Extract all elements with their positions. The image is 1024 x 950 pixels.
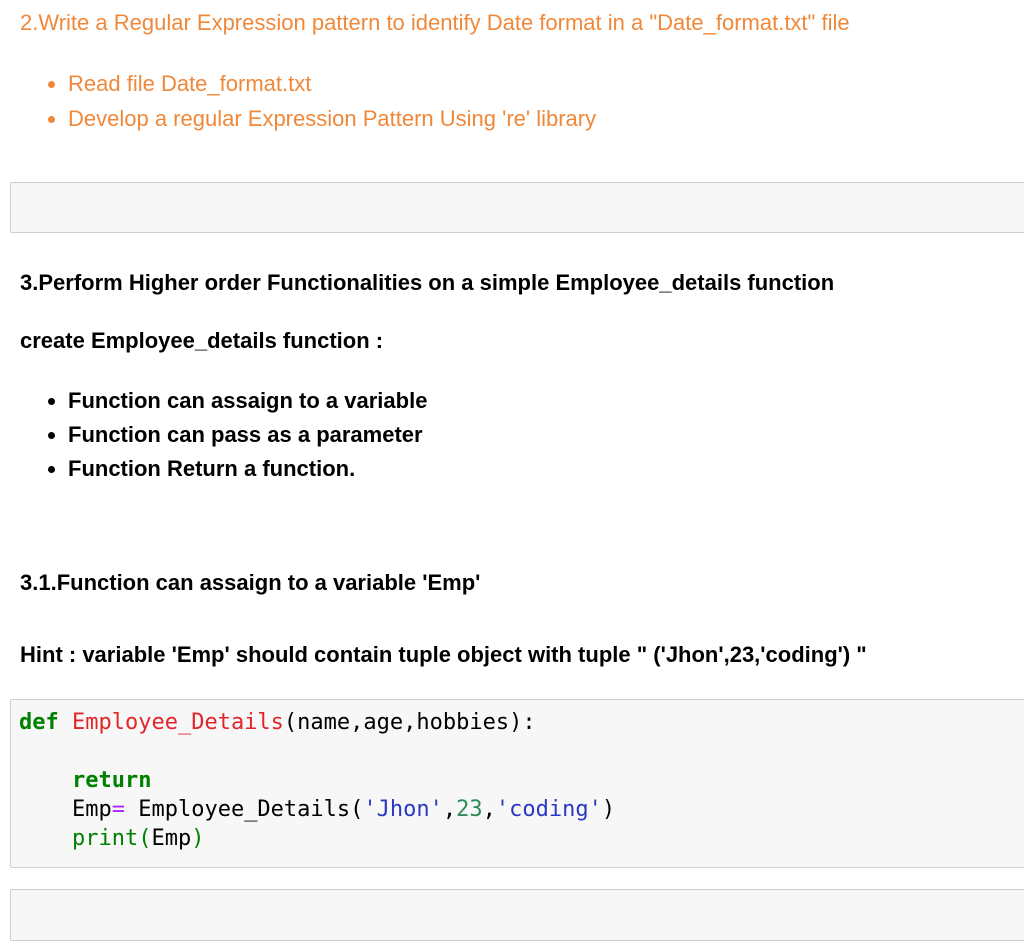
code-print-arg: Emp: [151, 826, 191, 851]
code-indent: [19, 797, 72, 822]
q2-list: Read file Date_format.txt Develop a regu…: [20, 66, 596, 136]
empty-code-cell[interactable]: [10, 182, 1024, 233]
q3-list-item: Function can pass as a parameter: [68, 418, 427, 452]
code-indent: [19, 768, 72, 793]
code-arg-hobbies: 'coding': [496, 797, 602, 822]
code-arg-age: 23: [456, 797, 483, 822]
empty-code-cell[interactable]: [10, 889, 1024, 941]
code-indent: [19, 826, 72, 851]
q3-heading: 3.Perform Higher order Functionalities o…: [20, 270, 834, 296]
q2-heading: 2.Write a Regular Expression pattern to …: [20, 10, 850, 36]
code-comma: ,: [483, 797, 496, 822]
q3-subheading: create Employee_details function :: [20, 328, 383, 354]
code-editor[interactable]: def Employee_Details(name,age,hobbies): …: [19, 708, 615, 853]
q2-list-item: Read file Date_format.txt: [68, 66, 596, 101]
q31-heading: 3.1.Function can assaign to a variable '…: [20, 570, 480, 596]
q3-list: Function can assaign to a variable Funct…: [20, 384, 427, 486]
code-print-builtin: print: [72, 826, 138, 851]
code-call-close: ): [602, 797, 615, 822]
code-assign-var: Emp: [72, 797, 112, 822]
code-cell[interactable]: def Employee_Details(name,age,hobbies): …: [10, 699, 1024, 868]
code-print-open: (: [138, 826, 151, 851]
code-print-close: ): [191, 826, 204, 851]
code-comma: ,: [443, 797, 456, 822]
q3-list-item: Function Return a function.: [68, 452, 427, 486]
code-return-keyword: return: [72, 768, 151, 793]
code-arg-name: 'Jhon': [363, 797, 442, 822]
q2-list-item: Develop a regular Expression Pattern Usi…: [68, 101, 596, 136]
q3-list-item: Function can assaign to a variable: [68, 384, 427, 418]
code-call-name: Employee_Details(: [125, 797, 363, 822]
code-params: (name,age,hobbies):: [284, 710, 536, 735]
code-function-name: Employee_Details: [72, 710, 284, 735]
hint-text: Hint : variable 'Emp' should contain tup…: [20, 642, 867, 668]
code-def-keyword: def: [19, 710, 59, 735]
code-assign-operator: =: [112, 797, 125, 822]
